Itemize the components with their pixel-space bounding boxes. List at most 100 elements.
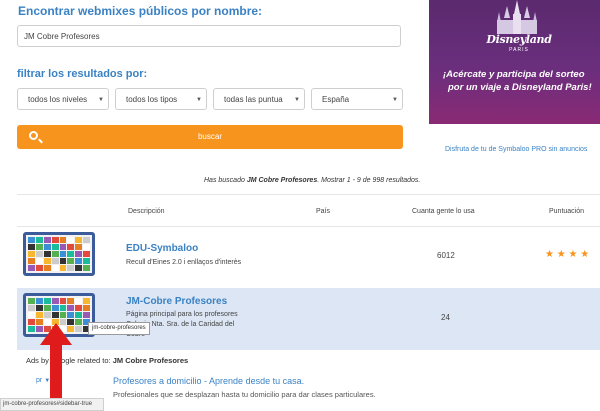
browser-status-bar: jm-cobre-profesores#sidebar-true [0, 398, 104, 411]
search-button-label: buscar [197, 132, 222, 141]
row-description: Recull d'Eines 2.0 i enllaços d'interès [126, 259, 242, 266]
thumbnail-tile [35, 265, 43, 271]
thumbnail-tile [51, 237, 59, 243]
webmix-thumbnail[interactable] [23, 232, 95, 276]
thumbnail-tile [43, 312, 51, 318]
row-title[interactable]: EDU-Symbaloo [126, 243, 198, 254]
results-summary: Has buscado JM Cobre Profesores. Mostrar… [204, 177, 420, 184]
results-prefix: Has buscado [204, 177, 247, 184]
related-query: JM Cobre Profesores [112, 356, 189, 365]
header-users[interactable]: Cuanta gente lo usa [412, 208, 475, 215]
thumbnail-tile [83, 265, 90, 271]
thumbnail-tile [28, 305, 35, 311]
level-select-value: todos los niveles [28, 95, 88, 104]
thumbnail-tile [67, 265, 75, 271]
type-select-value: todos los tipos [126, 95, 178, 104]
thumbnail-tile [83, 244, 90, 250]
google-ad-description: Profesionales que se desplazan hasta tu … [113, 390, 376, 399]
thumbnail-tile [75, 265, 83, 271]
thumbnail-tile [35, 258, 43, 264]
thumbnail-tile [59, 305, 67, 311]
thumbnail-tile [28, 237, 35, 243]
thumbnail-tile [35, 305, 43, 311]
header-description[interactable]: Descripción [128, 208, 165, 215]
thumbnail-tile [43, 258, 51, 264]
thumbnail-tile [83, 305, 90, 311]
thumbnail-tile [35, 251, 43, 257]
thumbnail-tile [75, 244, 83, 250]
results-middle: . Mostrar 1 - 9 de [317, 177, 373, 184]
level-select[interactable]: todos los niveles ▼ [17, 88, 109, 110]
thumbnail-tile [83, 251, 90, 257]
chevron-down-icon: ▼ [98, 97, 104, 103]
thumbnail-tile [43, 237, 51, 243]
thumbnail-tile [51, 251, 59, 257]
thumbnail-tile [75, 237, 83, 243]
type-select[interactable]: todos los tipos ▼ [115, 88, 207, 110]
filter-heading: filtrar los resultados por: [17, 68, 148, 80]
thumbnail-tile [43, 305, 51, 311]
name-search-input[interactable]: JM Cobre Profesores [17, 25, 401, 47]
thumbnail-tile [28, 265, 35, 271]
thumbnail-tile [59, 244, 67, 250]
chevron-down-icon: ▼ [392, 97, 398, 103]
row-rating-stars: ★ ★ ★ ★ [545, 249, 590, 260]
thumbnail-tile [28, 312, 35, 318]
thumbnail-tile [28, 298, 35, 304]
results-suffix: resultados. [384, 177, 421, 184]
search-by-name-heading: Encontrar webmixes públicos por nombre: [18, 4, 263, 18]
table-row-highlighted[interactable] [17, 288, 600, 350]
thumbnail-grid [28, 237, 90, 271]
thumbnail-tile [59, 265, 67, 271]
thumbnail-tile [59, 237, 67, 243]
thumbnail-tile [35, 298, 43, 304]
thumbnail-tile [75, 319, 83, 325]
thumbnail-tile [43, 251, 51, 257]
thumbnail-tile [51, 258, 59, 264]
thumbnail-tile [83, 298, 90, 304]
google-ad-title-link[interactable]: Profesores a domicilio - Aprende desde t… [113, 376, 304, 386]
search-button[interactable]: buscar [17, 125, 403, 149]
thumbnail-tile [75, 312, 83, 318]
disneyland-logo-sub: PARIS [509, 47, 529, 53]
thumbnail-tile [75, 326, 83, 332]
results-query: JM Cobre Profesores [246, 177, 318, 184]
thumbnail-tile [51, 305, 59, 311]
thumbnail-tile [67, 251, 75, 257]
row-users-count: 6012 [437, 251, 455, 260]
thumbnail-tile [43, 244, 51, 250]
header-rating[interactable]: Puntuación [549, 208, 584, 215]
results-total: 998 [372, 177, 385, 184]
symbaloo-pro-link[interactable]: Disfruta de tu de Symbaloo PRO sin anunc… [445, 146, 587, 153]
row-title[interactable]: JM-Cobre Profesores [126, 296, 227, 307]
rating-select-value: todas las puntua [224, 95, 283, 104]
thumbnail-tile [59, 298, 67, 304]
thumbnail-tile [59, 251, 67, 257]
thumbnail-tile [28, 326, 35, 332]
thumbnail-tile [83, 258, 90, 264]
thumbnail-tooltip: jm-cobre-profesores [88, 322, 150, 335]
thumbnail-tile [28, 258, 35, 264]
disneyland-logo: Disneyland [486, 33, 552, 46]
divider [17, 194, 600, 195]
thumbnail-tile [67, 258, 75, 264]
thumbnail-tile [43, 298, 51, 304]
thumbnail-tile [51, 265, 59, 271]
thumbnail-tile [35, 244, 43, 250]
chevron-down-icon: ▼ [196, 97, 202, 103]
header-country[interactable]: País [316, 208, 330, 215]
thumbnail-tile [28, 319, 35, 325]
thumbnail-tile [75, 298, 83, 304]
castle-icon [497, 0, 537, 34]
disneyland-ad-banner[interactable]: Disneyland PARIS ¡Acércate y participa d… [429, 0, 600, 124]
row-description: Página principal para los profesores [126, 311, 238, 318]
thumbnail-tile [51, 244, 59, 250]
thumbnail-tile [67, 312, 75, 318]
thumbnail-tile [35, 312, 43, 318]
row-users-count: 24 [441, 313, 450, 322]
country-select[interactable]: España ▼ [311, 88, 403, 110]
ad-text-line-1: ¡Acércate y participa del sorteo [443, 69, 585, 80]
thumbnail-tile [28, 251, 35, 257]
thumbnail-tile [35, 237, 43, 243]
rating-select[interactable]: todas las puntua ▼ [213, 88, 305, 110]
